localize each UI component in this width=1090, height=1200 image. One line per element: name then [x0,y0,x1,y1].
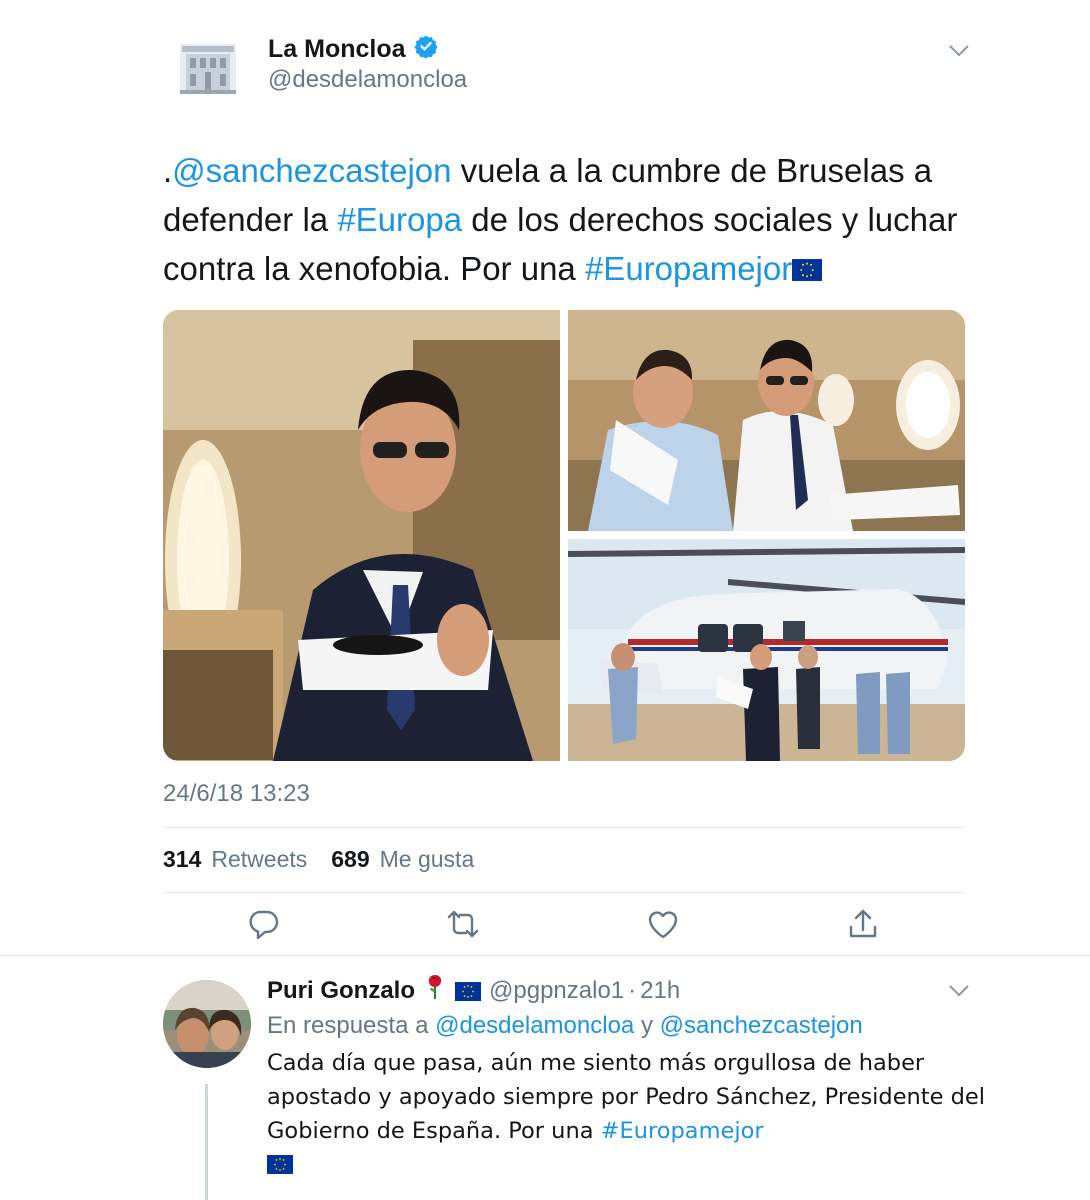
photo-cabin-meeting[interactable] [568,310,965,531]
divider [163,827,965,828]
photo-cabin-seated[interactable] [163,310,560,761]
reply-author-handle[interactable]: @pgpnzalo1 [489,974,624,1008]
tweet-timestamp[interactable]: 24/6/18 13:23 [163,780,310,808]
mention-link[interactable]: @sanchezcastejon [172,152,451,189]
like-icon[interactable] [646,907,680,941]
reply-time[interactable]: 21h [640,974,680,1008]
author-name-row[interactable]: La Moncloa [268,34,438,65]
in-reply-user-link[interactable]: @desdelamoncloa [435,1012,634,1039]
share-icon[interactable] [846,907,880,941]
hashtag-link[interactable]: #Europa [337,201,462,238]
eu-flag-icon [792,259,823,281]
author-handle[interactable]: @desdelamoncloa [268,66,467,94]
separator-dot: · [628,977,637,1004]
chevron-down-icon[interactable] [948,44,970,63]
hashtag-link[interactable]: #Europamejor [585,250,792,287]
in-reply-prefix: En respuesta a [267,1012,429,1039]
media-grid[interactable] [163,310,965,761]
in-reply-user-link[interactable]: @sanchezcastejon [660,1012,863,1039]
in-reply-and: y [640,1012,653,1039]
divider [163,892,965,893]
likes-label[interactable]: Me gusta [380,846,475,873]
rose-emoji-icon [423,972,447,1010]
reply-text: Cada día que pasa, aún me siento más org… [267,1046,987,1182]
reply-icon[interactable] [246,907,280,941]
reply-author-name[interactable]: Puri Gonzalo [267,974,415,1008]
reply-author-avatar[interactable] [163,980,251,1068]
tweet-stats: 314 Retweets 689 Me gusta [163,846,474,873]
likes-count[interactable]: 689 [331,846,369,873]
retweet-icon[interactable] [446,907,480,941]
hashtag-link[interactable]: #Europamejor [601,1118,764,1144]
photo-helicopter[interactable] [568,539,965,761]
verified-badge-icon [413,34,438,65]
thread-line [205,1084,208,1200]
author-name[interactable]: La Moncloa [268,35,406,64]
divider [0,955,1090,956]
eu-flag-icon [455,981,482,1001]
eu-flag-icon [267,1155,293,1174]
author-avatar[interactable] [178,38,238,98]
tweet-text-part: . [163,152,173,189]
in-reply-to: En respuesta a @desdelamoncloa y @sanche… [267,1010,863,1042]
retweets-label[interactable]: Retweets [211,846,307,873]
reply-header: Puri Gonzalo @pgpnzalo1 · 21h [267,972,680,1010]
retweets-count[interactable]: 314 [163,846,201,873]
tweet-text: .@sanchezcastejon vuela a la cumbre de B… [163,146,973,293]
chevron-down-icon[interactable] [948,984,970,1003]
